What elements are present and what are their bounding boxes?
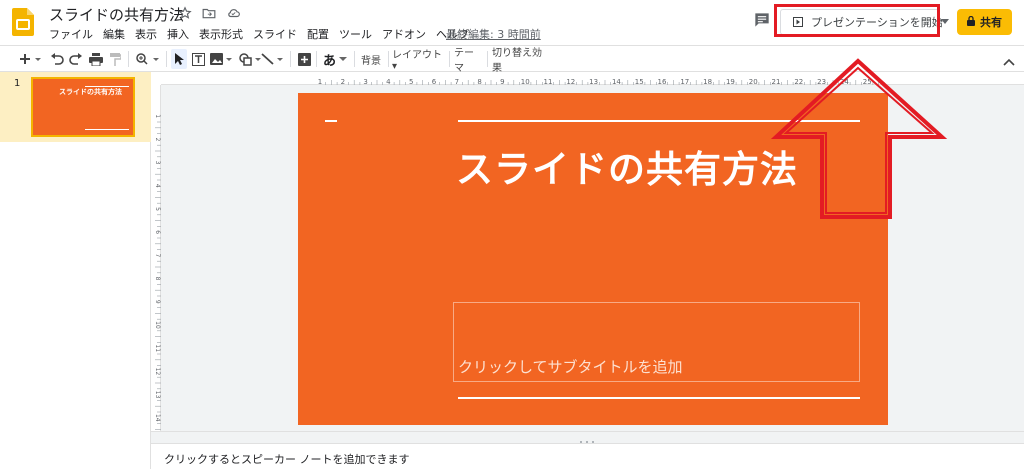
- undo-icon[interactable]: [49, 49, 65, 69]
- menu-bar: ファイル 編集 表示 挿入 表示形式 スライド 配置 ツール アドオン ヘルプ: [49, 26, 479, 42]
- speaker-notes-placeholder[interactable]: クリックするとスピーカー ノートを追加できます: [164, 451, 410, 467]
- top-bar: スライドの共有方法 ファイル 編集 表示 挿入 表示形式 スライド 配置 ツール…: [0, 0, 1024, 44]
- input-tools-label: あ: [322, 53, 336, 69]
- new-slide-icon[interactable]: [17, 49, 45, 69]
- ruler-label: 8: [154, 277, 161, 281]
- ruler-label: 1: [154, 114, 161, 118]
- transition-button[interactable]: 切り替え効果: [492, 48, 548, 74]
- document-title[interactable]: スライドの共有方法: [49, 4, 184, 25]
- menu-slide[interactable]: スライド: [253, 26, 297, 42]
- ruler-label: 12: [154, 368, 161, 376]
- toolbar-separator: [166, 51, 167, 67]
- filmstrip-slide-1[interactable]: 1 スライドの共有方法: [0, 72, 151, 142]
- speaker-notes[interactable]: クリックするとスピーカー ノートを追加できます: [151, 443, 1024, 469]
- present-highlight-box: [774, 4, 940, 37]
- comment-history-icon[interactable]: [752, 10, 772, 30]
- star-icon[interactable]: [177, 5, 193, 21]
- theme-button[interactable]: テーマ: [454, 48, 482, 74]
- slide-bottom-line: [458, 397, 860, 399]
- move-folder-icon[interactable]: [201, 5, 217, 21]
- toolbar-separator: [316, 51, 317, 67]
- toolbar-separator: [487, 51, 488, 67]
- subtitle-placeholder[interactable]: クリックしてサブタイトルを追加: [458, 356, 683, 377]
- ruler-label: 5: [154, 207, 161, 211]
- toolbar-separator: [290, 51, 291, 67]
- insert-image-icon[interactable]: [209, 49, 235, 69]
- share-button[interactable]: 共有: [957, 9, 1012, 35]
- cloud-saved-icon[interactable]: [225, 5, 241, 21]
- vertical-ruler-ticks: 1234567891011121314: [154, 114, 161, 436]
- slide-number: 1: [14, 78, 21, 89]
- menu-addons[interactable]: アドオン: [382, 26, 426, 42]
- ruler-label: 13: [154, 391, 161, 399]
- menu-file[interactable]: ファイル: [49, 26, 93, 42]
- ruler-label: 14: [154, 414, 161, 422]
- menu-edit[interactable]: 編集: [103, 26, 125, 42]
- add-comment-icon[interactable]: [296, 49, 312, 69]
- collapse-menus-icon[interactable]: [1003, 51, 1017, 66]
- menu-format[interactable]: 表示形式: [199, 26, 243, 42]
- ruler-label: 2: [154, 137, 161, 141]
- ruler-label: 10: [154, 321, 161, 329]
- print-icon[interactable]: [88, 49, 104, 69]
- slide-thumbnail[interactable]: スライドの共有方法: [31, 77, 135, 137]
- ruler-label: 6: [154, 230, 161, 234]
- select-cursor-icon[interactable]: [171, 49, 187, 69]
- present-dropdown-icon[interactable]: [939, 12, 951, 32]
- paint-format-icon[interactable]: [107, 49, 123, 69]
- vertical-ruler[interactable]: 1 2 3 4 5 6 7 8 9 10 11 12 13 14: [151, 85, 161, 436]
- text-box-icon[interactable]: [190, 49, 206, 69]
- menu-tools[interactable]: ツール: [339, 26, 372, 42]
- ruler-label: 4: [154, 184, 161, 188]
- annotation-arrow-icon: [770, 58, 948, 219]
- slide-title[interactable]: スライドの共有方法: [456, 139, 798, 193]
- menu-view[interactable]: 表示: [135, 26, 157, 42]
- notes-resize-handle[interactable]: [151, 431, 1024, 443]
- ruler-label: 11: [154, 344, 161, 352]
- thumbnail-title: スライドの共有方法: [59, 88, 122, 96]
- ruler-label: 3: [154, 161, 161, 165]
- toolbar-separator: [388, 51, 389, 67]
- input-tools-button[interactable]: あ: [322, 49, 348, 69]
- slides-logo-icon[interactable]: [12, 8, 34, 36]
- background-button[interactable]: 背景: [358, 49, 384, 69]
- slide-accent-dash: [325, 120, 337, 122]
- toolbar-separator: [128, 51, 129, 67]
- redo-icon[interactable]: [68, 49, 84, 69]
- ruler-label: 7: [154, 253, 161, 257]
- toolbar-separator: [449, 51, 450, 67]
- zoom-icon[interactable]: [134, 49, 162, 69]
- last-edit-link[interactable]: 最終編集: 3 時間前: [446, 26, 541, 42]
- thumbnail-bottom-line: [85, 129, 129, 130]
- menu-insert[interactable]: 挿入: [167, 26, 189, 42]
- line-icon[interactable]: [260, 49, 286, 69]
- lock-icon: [967, 15, 975, 29]
- ruler-label: 9: [154, 300, 161, 304]
- toolbar-separator: [354, 51, 355, 67]
- menu-arrange[interactable]: 配置: [307, 26, 329, 42]
- share-button-label: 共有: [980, 16, 1002, 29]
- layout-button[interactable]: レイアウト▾: [392, 49, 444, 72]
- filmstrip: 1 スライドの共有方法: [0, 72, 151, 469]
